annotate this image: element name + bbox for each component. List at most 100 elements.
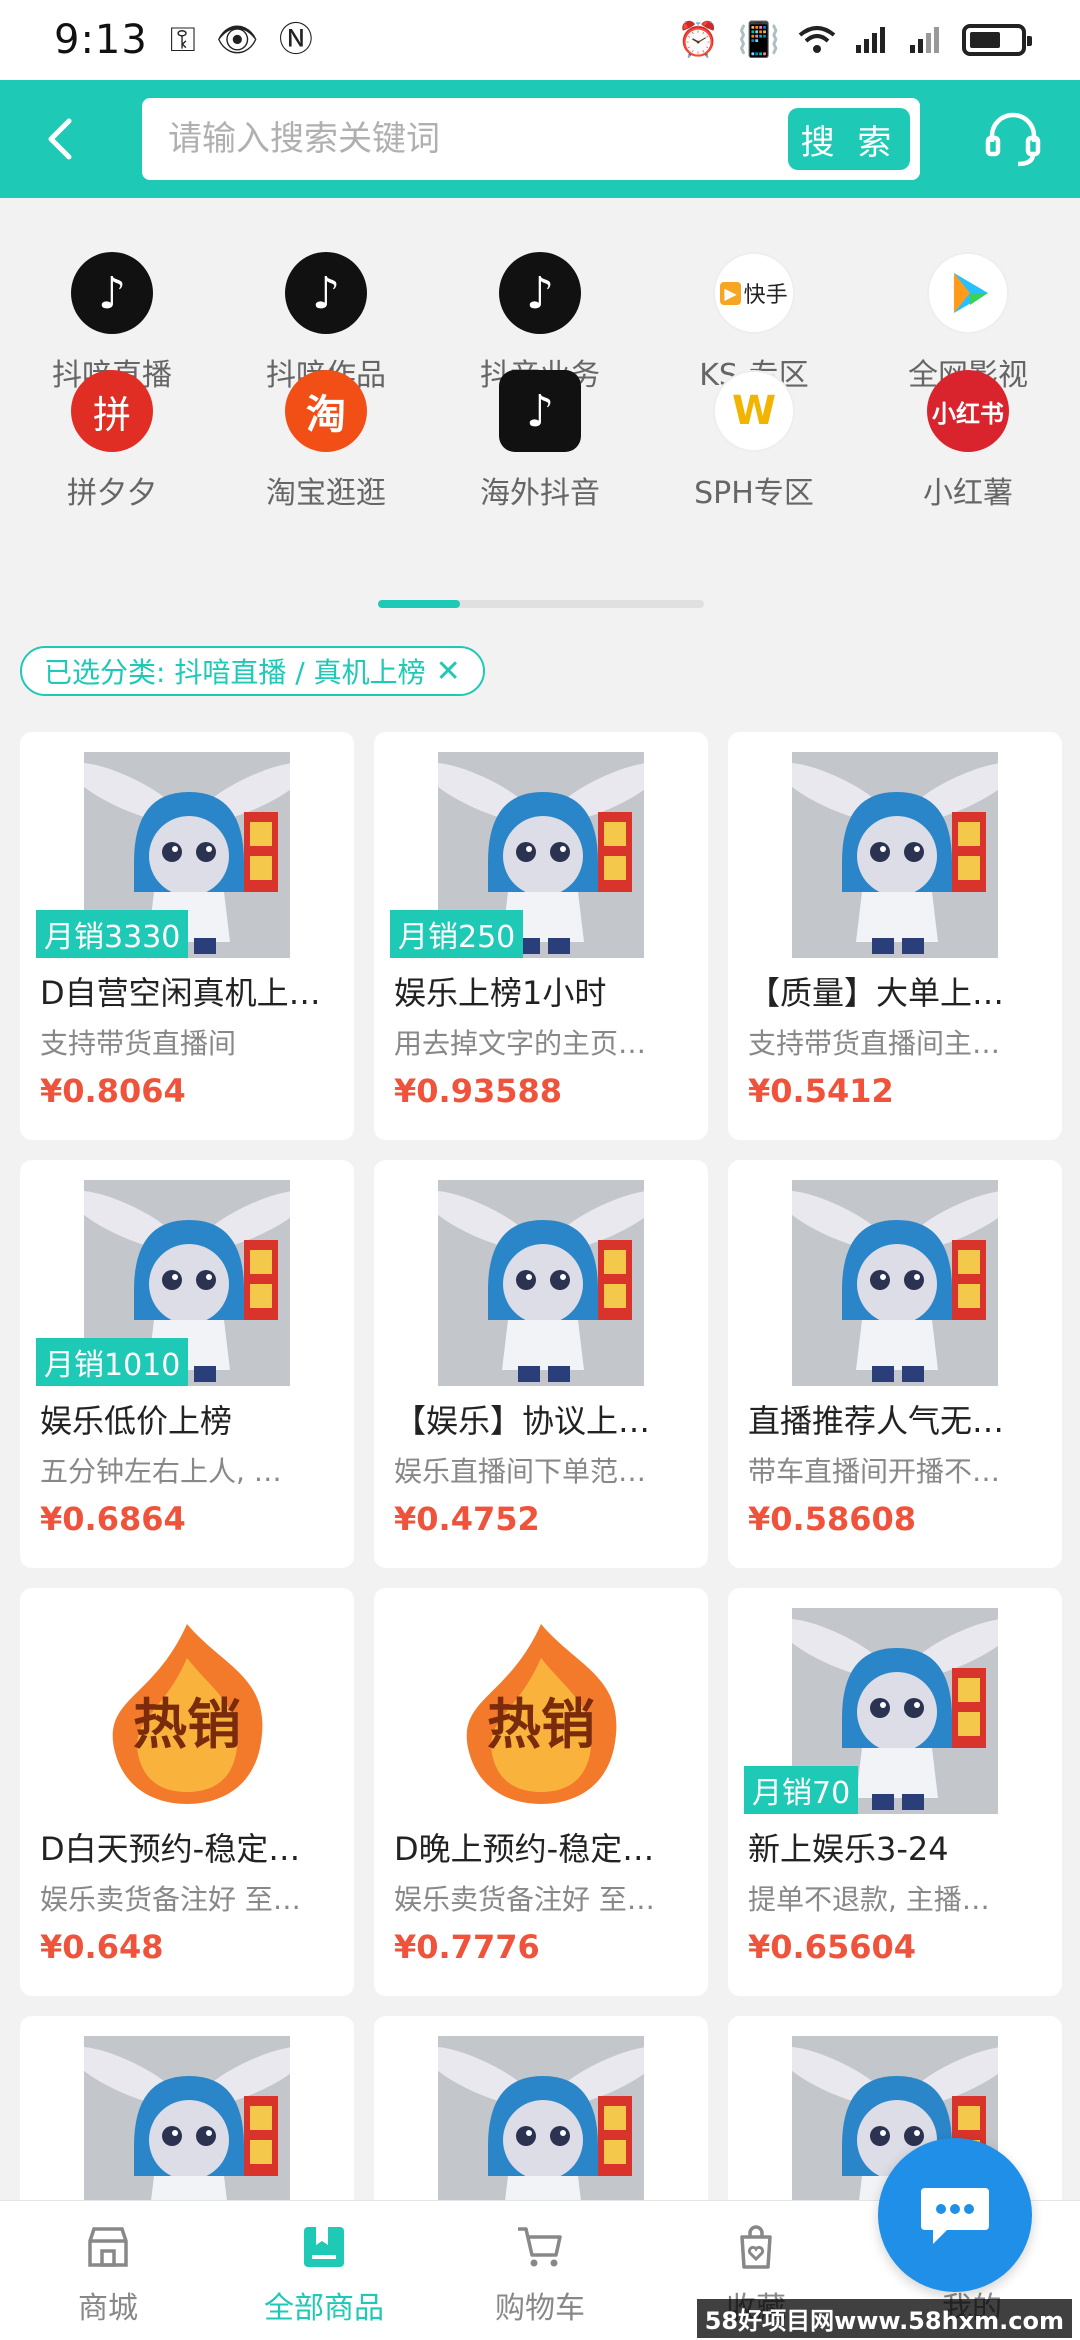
chat-fab[interactable] (878, 2138, 1032, 2292)
product-title: 直播推荐人气无… (748, 1402, 1005, 1440)
tab-cart[interactable]: 购物车 (450, 2223, 630, 2327)
product-price: ¥0.7776 (394, 1928, 540, 1966)
battery-icon (962, 24, 1032, 56)
product-card[interactable]: 月销3330 D自营空闲真机上… 支持带货直播间 ¥0.8064 (20, 732, 354, 1140)
wifi-icon (798, 26, 836, 53)
category-label: SPH专区 (694, 476, 814, 511)
pinduoduo-icon: 拼 (71, 370, 153, 452)
product-card[interactable]: 月销70 新上娱乐3-24 提单不退款, 主播… ¥0.65604 (728, 1588, 1062, 1996)
tiktok-icon: ♪ (499, 252, 581, 334)
product-card[interactable]: 【质量】大单上… 支持带货直播间主… ¥0.5412 (728, 732, 1062, 1140)
taobao-icon: 淘 (285, 370, 367, 452)
channels-icon: W (713, 370, 795, 452)
eye-icon: 👁 (215, 20, 259, 60)
tiktok-glyph: ♪ (311, 267, 341, 319)
tab-all-products[interactable]: 全部商品 (234, 2223, 414, 2327)
tiktok-glyph: ♪ (525, 267, 555, 319)
close-icon[interactable]: ✕ (436, 654, 461, 689)
tiktok-icon: ♪ (71, 252, 153, 334)
monthly-sales-badge: 月销3330 (36, 910, 189, 958)
signal-icon-2 (910, 27, 939, 53)
product-card[interactable]: 月销1010 娱乐低价上榜五分钟左右上人, … ¥0.6864 (20, 1160, 354, 1568)
kuaishou-text: 快手 (743, 283, 788, 308)
product-price: ¥0.65604 (748, 1928, 917, 1966)
product-title: D自营空闲真机上… (40, 974, 321, 1012)
product-image (792, 752, 998, 958)
hot-sale-label: 热销 (133, 1693, 241, 1756)
search-button[interactable]: 搜 索 (788, 108, 910, 170)
kuaishou-icon: ▶ 快手 (713, 252, 795, 334)
channels-glyph: W (731, 388, 777, 434)
monthly-sales-badge: 月销1010 (36, 1338, 189, 1386)
product-price: ¥0.6864 (40, 1500, 186, 1538)
favorite-bag-icon (740, 2225, 772, 2269)
product-title: D白天预约-稳定… (40, 1830, 301, 1868)
category-grid: ♪ 抖喑直播 ♪ 抖喑作品 ♪ 抖音业务 ▶快手 KS-专区 全网影视 拼 拼夕… (0, 198, 1080, 638)
product-card[interactable]: 热销 D晚上预约-稳定… 娱乐卖货备注好 至… ¥0.7776 (374, 1588, 708, 1996)
alarm-icon: ⏰ (677, 20, 720, 60)
product-card-partial[interactable] (374, 2016, 708, 2216)
top-bar: 搜 索 (0, 80, 1080, 198)
category-label: 淘宝逛逛 (266, 476, 386, 511)
product-description: 娱乐直播间下单范… (394, 1455, 647, 1488)
product-description: 带车直播间开播不… (748, 1455, 1001, 1488)
product-price: ¥0.58608 (748, 1500, 917, 1538)
monthly-sales-badge: 月销250 (390, 910, 524, 958)
tiktok-glyph: ♪ (97, 267, 127, 319)
selected-filter-chip[interactable]: 已选分类: 抖喑直播 / 真机上榜 ✕ (20, 646, 485, 696)
key-icon: ⚿ (169, 20, 196, 60)
status-time: 9:13 (54, 17, 148, 63)
monthly-sales-badge: 月销70 (744, 1766, 859, 1814)
headset-icon[interactable] (984, 110, 1042, 168)
product-price: ¥0.4752 (394, 1500, 540, 1538)
product-card-partial[interactable] (20, 2016, 354, 2216)
tiktok-glyph: ♪ (525, 385, 555, 437)
tab-label: 购物车 (495, 2291, 585, 2326)
pinduoduo-glyph: 拼 (92, 392, 131, 437)
product-image: 热销 (84, 1608, 290, 1814)
vibrate-icon: 📳 (737, 20, 780, 60)
xiaohongshu-glyph: 小红书 (932, 399, 1004, 428)
product-title: 娱乐低价上榜 (40, 1402, 233, 1440)
category-label: 拼夕夕 (67, 476, 157, 511)
search-input[interactable] (168, 119, 768, 159)
product-title: D晚上预约-稳定… (394, 1830, 655, 1868)
product-price: ¥0.8064 (40, 1072, 186, 1110)
hot-sale-label: 热销 (487, 1693, 595, 1756)
search-box: 搜 索 (142, 98, 920, 180)
product-image (438, 2036, 644, 2216)
product-image: 热销 (438, 1608, 644, 1814)
product-card[interactable]: 热销 D白天预约-稳定… 娱乐卖货备注好 至… ¥0.648 (20, 1588, 354, 1996)
store-icon (88, 2227, 128, 2267)
category-channels[interactable]: W SPH专区 (654, 370, 854, 512)
tab-mall[interactable]: 商城 (18, 2223, 198, 2327)
signal-icon (856, 27, 885, 53)
product-card[interactable]: 【娱乐】协议上… 娱乐直播间下单范… ¥0.4752 (374, 1160, 708, 1568)
product-description: 娱乐卖货备注好 至… (394, 1883, 655, 1916)
product-card[interactable]: 直播推荐人气无… 带车直播间开播不… ¥0.58608 (728, 1160, 1062, 1568)
chat-bubble-icon (921, 2188, 989, 2244)
product-image (438, 1180, 644, 1386)
watermark: 58好项目网www.58hxm.com (696, 2299, 1072, 2338)
product-card[interactable]: 月销250 娱乐上榜1小时 用去掉文字的主页… ¥0.93588 (374, 732, 708, 1140)
product-title: 【质量】大单上… (748, 974, 1005, 1012)
product-title: 【娱乐】协议上… (394, 1402, 651, 1440)
product-description: 五分钟左右上人, … (40, 1455, 282, 1488)
product-description: 提单不退款, 主播… (748, 1883, 990, 1916)
cart-icon (518, 2227, 562, 2267)
product-title: 新上娱乐3-24 (748, 1830, 949, 1868)
product-image (792, 1180, 998, 1386)
category-pinduoduo[interactable]: 拼 拼夕夕 (12, 370, 212, 512)
category-tiktok-overseas[interactable]: ♪ 海外抖音 (440, 370, 640, 512)
product-description: 支持带货直播间主… (748, 1027, 1001, 1060)
selected-filter-label: 已选分类: 抖喑直播 / 真机上榜 (44, 656, 426, 689)
nfc-icon: Ⓝ (278, 20, 313, 60)
category-label: 海外抖音 (480, 476, 600, 511)
category-taobao[interactable]: 淘 淘宝逛逛 (226, 370, 426, 512)
back-button[interactable] (0, 80, 120, 198)
tab-label: 商城 (78, 2291, 138, 2326)
category-xiaohongshu[interactable]: 小红书 小红薯 (868, 370, 1068, 512)
tiktok-overseas-icon: ♪ (499, 370, 581, 452)
product-description: 支持带货直播间 (40, 1027, 237, 1060)
product-price: ¥0.648 (40, 1928, 164, 1966)
